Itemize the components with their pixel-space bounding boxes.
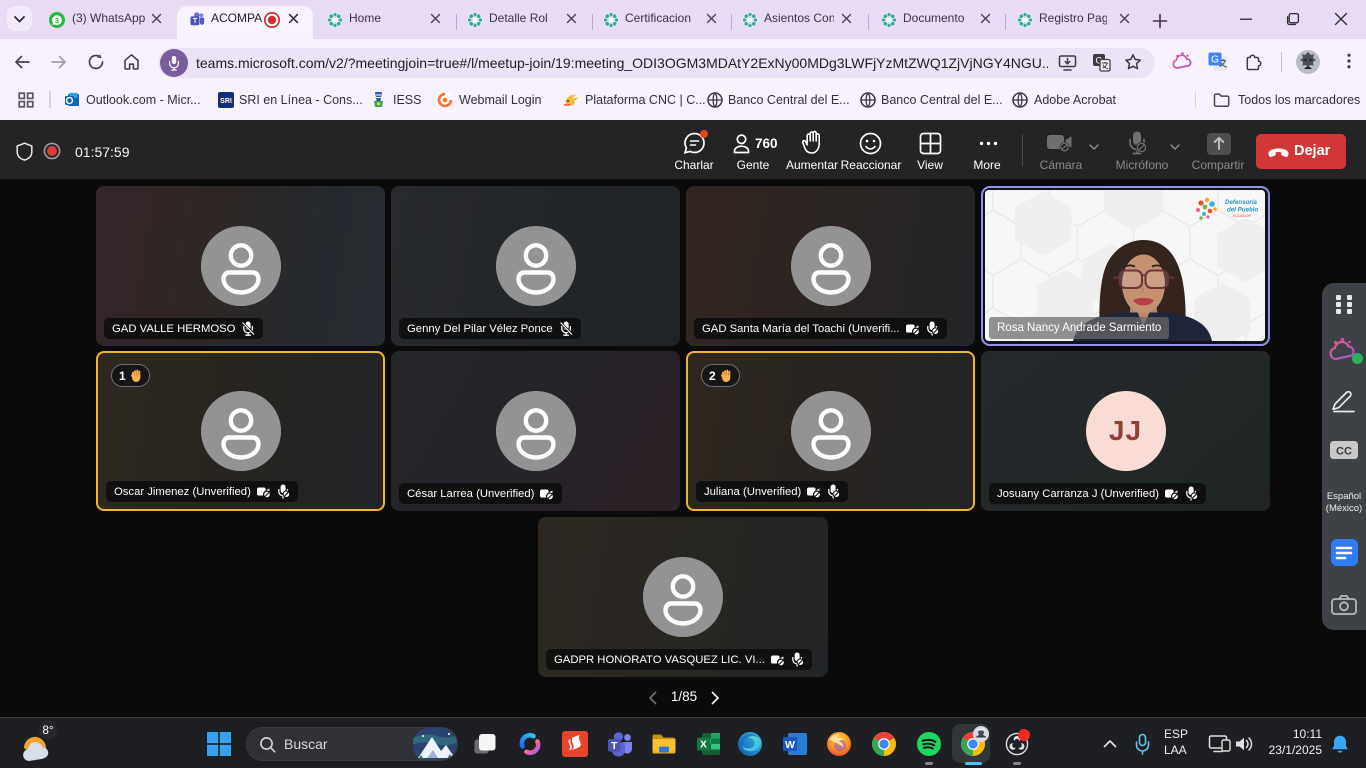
svg-text:3: 3 [55, 16, 59, 25]
svg-text:Defensoría: Defensoría [1225, 199, 1258, 206]
svg-text:del Pueblo: del Pueblo [1227, 207, 1259, 214]
svg-text:SRI: SRI [220, 98, 232, 105]
svg-text:G: G [1211, 55, 1219, 66]
svg-text:ECUADOR: ECUADOR [1233, 214, 1251, 218]
svg-text:T: T [611, 740, 618, 752]
svg-text:G: G [1095, 55, 1102, 65]
svg-text:CC: CC [1336, 446, 1352, 458]
svg-text:8°: 8° [43, 725, 54, 737]
svg-text:W: W [785, 739, 795, 751]
svg-text:X: X [700, 740, 707, 751]
svg-text:T: T [193, 18, 198, 25]
